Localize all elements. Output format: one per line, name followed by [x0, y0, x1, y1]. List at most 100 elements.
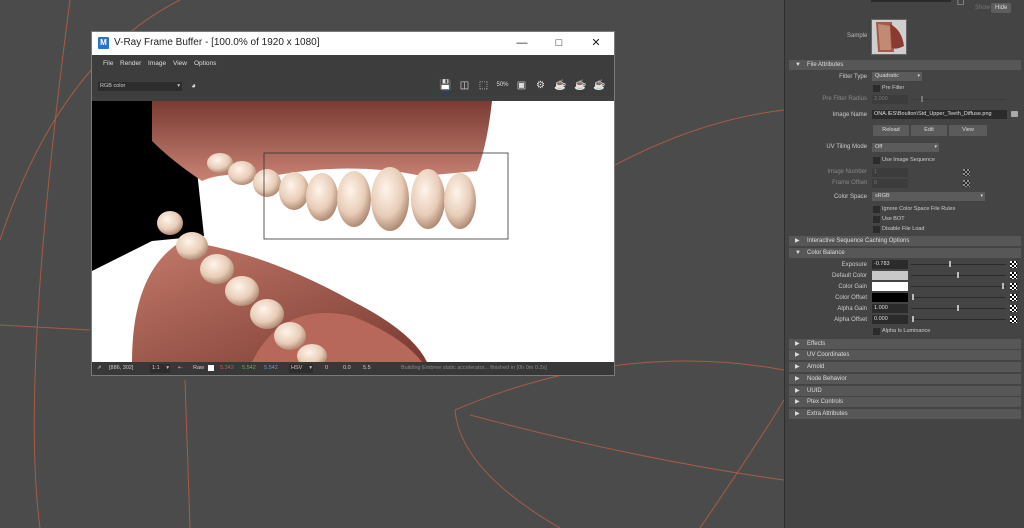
color-offset-slider[interactable] — [911, 297, 1006, 298]
minimize-button[interactable]: — — [510, 35, 534, 51]
hsv-h-value: 0 — [325, 365, 329, 371]
vfb-toolbar: RGB color ◕ 💾 ◫ ⬚ 50% ▣ ⚙ ☕ ☕ ☕ — [92, 74, 614, 96]
section-effects[interactable]: ▶ Effects — [789, 339, 1021, 349]
color-space-select[interactable]: sRGB — [872, 192, 985, 201]
section-color-balance[interactable]: ▼ Color Balance — [789, 248, 1021, 258]
exposure-slider[interactable] — [911, 264, 1006, 265]
region-render-icon[interactable]: ⬚ — [477, 79, 490, 92]
size-50-icon[interactable]: 50% — [496, 79, 509, 92]
render-view[interactable] — [92, 101, 614, 362]
frame-offset-field[interactable]: 0 — [872, 179, 908, 188]
rendered-teeth-image — [92, 101, 614, 362]
clear-icon[interactable]: ◫ — [458, 79, 471, 92]
close-button[interactable]: ✕ — [584, 35, 608, 51]
menu-file[interactable]: File — [103, 60, 113, 67]
default-color-swatch[interactable] — [872, 271, 908, 280]
section-interactive-caching[interactable]: ▶ Interactive Sequence Caching Options — [789, 236, 1021, 246]
use-bot-checkbox[interactable] — [873, 216, 880, 223]
section-file-attributes[interactable]: ▼ File Attributes — [789, 60, 1021, 70]
alpha-offset-slider[interactable] — [911, 319, 1006, 320]
pre-filter-checkbox[interactable] — [873, 85, 880, 92]
section-node-behavior[interactable]: ▶ Node Behavior — [789, 374, 1021, 384]
alpha-gain-field[interactable]: 1.000 — [872, 304, 908, 313]
render-last-icon[interactable]: ⚙ — [534, 79, 547, 92]
uv-tiling-label: UV Tiling Mode — [826, 144, 867, 150]
alpha-gain-knob[interactable] — [957, 305, 959, 311]
color-offset-swatch[interactable] — [872, 293, 908, 302]
folder-icon[interactable] — [1011, 111, 1018, 117]
sample-label: Sample — [847, 33, 868, 39]
image-name-label: Image Name — [832, 112, 867, 118]
zoom-select[interactable]: 1:1 — [150, 364, 170, 373]
render-icon[interactable]: ☕ — [554, 79, 567, 92]
section-arnold[interactable]: ▶ Arnold — [789, 362, 1021, 372]
vfb-title: V-Ray Frame Buffer - [100.0% of 1920 x 1… — [114, 37, 320, 48]
color-gain-label: Color Gain — [838, 284, 867, 290]
hsv-s-value: 0.0 — [343, 365, 351, 371]
alpha-offset-map-icon[interactable] — [1010, 316, 1017, 323]
copy-tab-icon[interactable]: ☐ — [957, 0, 964, 7]
channel-color-icon[interactable]: ◕ — [187, 79, 200, 92]
vray-frame-buffer-window[interactable]: M V-Ray Frame Buffer - [100.0% of 1920 x… — [91, 31, 615, 376]
section-ptex-controls[interactable]: ▶ Ptex Controls — [789, 397, 1021, 407]
vfb-titlebar[interactable]: M V-Ray Frame Buffer - [100.0% of 1920 x… — [92, 32, 614, 55]
menu-render[interactable]: Render — [120, 60, 141, 67]
section-extra-attributes[interactable]: ▶ Extra Attributes — [789, 409, 1021, 419]
alpha-gain-map-icon[interactable] — [1010, 305, 1017, 312]
color-gain-map-icon[interactable] — [1010, 283, 1017, 290]
exposure-map-icon[interactable] — [1010, 261, 1017, 268]
channel-select[interactable]: RGB color — [98, 82, 182, 91]
pick-icon[interactable]: ⇠ — [178, 365, 183, 371]
teapot-icon[interactable]: ☕ — [593, 79, 606, 92]
pre-filter-radius-knob[interactable] — [921, 96, 923, 102]
menu-image[interactable]: Image — [148, 60, 166, 67]
overlay-icon[interactable]: ▣ — [515, 79, 528, 92]
color-offset-map-icon[interactable] — [1010, 294, 1017, 301]
green-value: 5.542 — [242, 365, 256, 371]
filter-type-select[interactable]: Quadratic — [872, 72, 922, 81]
maximize-button[interactable]: □ — [547, 35, 571, 51]
exposure-label: Exposure — [841, 262, 867, 268]
exposure-field[interactable]: -0.783 — [872, 260, 908, 269]
reload-button[interactable]: Reload — [873, 125, 909, 136]
color-offset-knob[interactable] — [912, 294, 914, 300]
color-gain-swatch[interactable] — [872, 282, 908, 291]
image-name-field[interactable]: ONA.IES\Boulton\Std_Upper_Teeth_Diffuse.… — [872, 110, 1007, 119]
alpha-is-luminance-checkbox[interactable] — [873, 328, 880, 335]
default-color-map-icon[interactable] — [1010, 272, 1017, 279]
section-uuid[interactable]: ▶ UUID — [789, 386, 1021, 396]
color-mode-select[interactable]: HSV — [289, 364, 313, 373]
section-collapsed-icon: ▶ — [795, 352, 800, 358]
filter-type-label: Filter Type — [839, 74, 867, 80]
image-number-field[interactable]: 1 — [872, 168, 908, 177]
alpha-offset-field[interactable]: 0.000 — [872, 315, 908, 324]
save-icon[interactable]: 💾 — [439, 79, 452, 92]
section-expanded-icon: ▼ — [795, 250, 801, 256]
view-button[interactable]: View — [949, 125, 987, 136]
color-gain-knob[interactable] — [1002, 283, 1004, 289]
pre-filter-radius-field[interactable]: 2.000 — [872, 95, 908, 104]
section-collapsed-icon: ▶ — [795, 399, 800, 405]
section-collapsed-icon: ▶ — [795, 376, 800, 382]
stop-render-icon[interactable]: ☕ — [574, 79, 587, 92]
frame-offset-map-icon[interactable] — [963, 180, 970, 187]
exposure-knob[interactable] — [949, 261, 951, 267]
menu-options[interactable]: Options — [194, 60, 216, 67]
section-collapsed-icon: ▶ — [795, 364, 800, 370]
edit-button[interactable]: Edit — [911, 125, 947, 136]
hide-button[interactable]: Hide — [991, 3, 1012, 13]
raw-label: Raw — [193, 365, 205, 371]
section-uv-coordinates[interactable]: ▶ UV Coordinates — [789, 350, 1021, 360]
menu-view[interactable]: View — [173, 60, 187, 67]
default-color-knob[interactable] — [957, 272, 959, 278]
use-image-sequence-checkbox[interactable] — [873, 157, 880, 164]
alpha-offset-knob[interactable] — [912, 316, 914, 322]
ignore-color-space-checkbox[interactable] — [873, 206, 880, 213]
cursor-tool-icon[interactable]: ⇗ — [97, 365, 102, 371]
uv-tiling-select[interactable]: Off — [872, 143, 939, 152]
pre-filter-radius-slider[interactable] — [911, 99, 1006, 100]
disable-file-load-checkbox[interactable] — [873, 226, 880, 233]
image-number-map-icon[interactable] — [963, 169, 970, 176]
alpha-offset-label: Alpha Offset — [834, 317, 867, 323]
color-gain-slider[interactable] — [911, 286, 1006, 287]
